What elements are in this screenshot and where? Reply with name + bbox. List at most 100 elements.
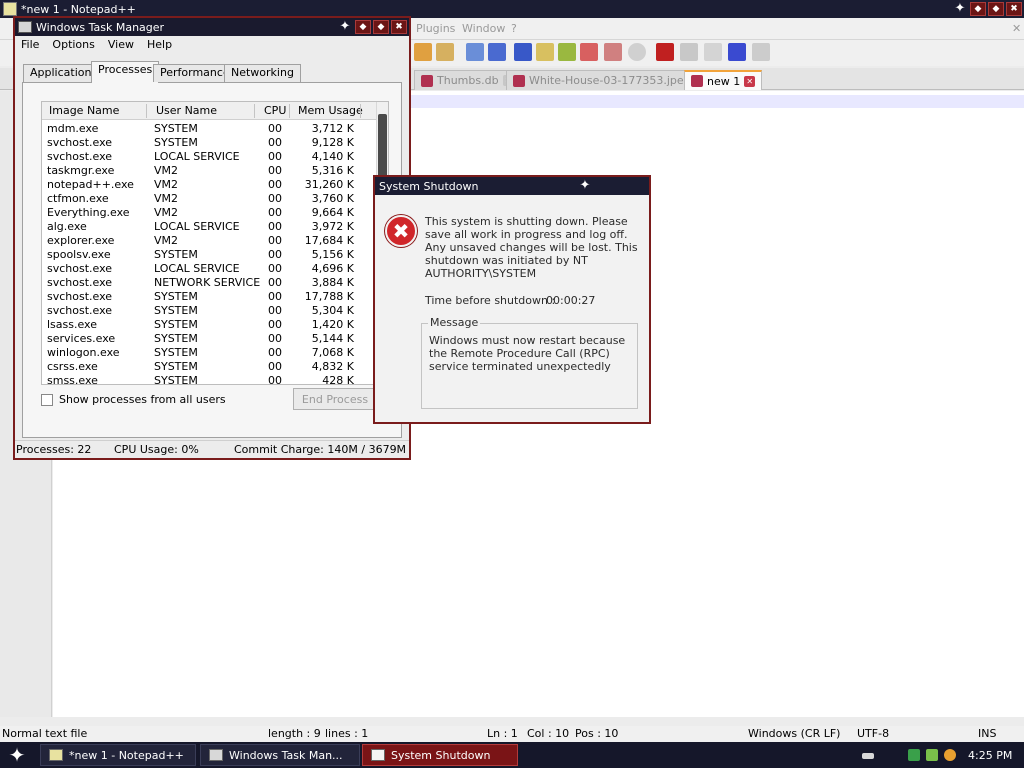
- process-cpu: 00: [268, 178, 282, 191]
- table-row[interactable]: svchost.exe SYSTEM 00 9,128 K: [42, 136, 378, 150]
- table-row[interactable]: notepad++.exe VM2 00 31,260 K: [42, 178, 378, 192]
- table-row[interactable]: explorer.exe VM2 00 17,684 K: [42, 234, 378, 248]
- process-mem: 3,884 K: [311, 276, 354, 289]
- table-row[interactable]: csrss.exe SYSTEM 00 4,832 K: [42, 360, 378, 374]
- task-manager-titlebar[interactable]: Windows Task Manager ✦ ◆ ◆ ✖: [15, 18, 409, 36]
- table-row[interactable]: taskmgr.exe VM2 00 5,316 K: [42, 164, 378, 178]
- column-user-name[interactable]: User Name: [156, 104, 217, 117]
- tab-thumbs-db[interactable]: Thumbs.db ✕: [414, 70, 521, 90]
- process-mem: 17,788 K: [304, 290, 354, 303]
- document-map-icon[interactable]: [558, 43, 576, 61]
- process-name: svchost.exe: [47, 262, 113, 275]
- cut-icon[interactable]: [414, 43, 432, 61]
- process-cpu: 00: [268, 220, 282, 233]
- indent-guide-icon[interactable]: [514, 43, 532, 61]
- refresh-icon[interactable]: [926, 749, 938, 761]
- table-row[interactable]: winlogon.exe SYSTEM 00 7,068 K: [42, 346, 378, 360]
- star-icon: ✦: [954, 1, 966, 16]
- monitor-icon[interactable]: [628, 43, 646, 61]
- menu-window[interactable]: Window: [462, 22, 505, 35]
- table-row[interactable]: smss.exe SYSTEM 00 428 K: [42, 374, 378, 385]
- table-row[interactable]: lsass.exe SYSTEM 00 1,420 K: [42, 318, 378, 332]
- shutdown-title: System Shutdown: [379, 179, 479, 193]
- process-user: SYSTEM: [154, 332, 198, 345]
- menu-view[interactable]: View: [108, 38, 134, 51]
- menu-help[interactable]: Help: [147, 38, 172, 51]
- table-row[interactable]: Everything.exe VM2 00 9,664 K: [42, 206, 378, 220]
- taskbar-clock[interactable]: 4:25 PM: [968, 749, 1012, 762]
- process-list-header: Image Name User Name CPU Mem Usage: [42, 102, 378, 120]
- keyboard-icon[interactable]: [862, 753, 874, 759]
- process-mem: 1,420 K: [311, 318, 354, 331]
- process-mem: 428 K: [322, 374, 354, 385]
- end-process-button[interactable]: End Process: [293, 388, 377, 410]
- minimize-button[interactable]: ◆: [355, 20, 371, 34]
- process-name: ctfmon.exe: [47, 192, 109, 205]
- play-macro-icon[interactable]: [704, 43, 722, 61]
- show-symbols-icon[interactable]: [488, 43, 506, 61]
- column-image-name[interactable]: Image Name: [49, 104, 119, 117]
- tab-networking[interactable]: Networking: [224, 64, 301, 82]
- taskbar-button-system-shutdown[interactable]: System Shutdown: [362, 744, 518, 766]
- show-all-users-checkbox[interactable]: [41, 394, 53, 406]
- shutdown-titlebar[interactable]: System Shutdown ✦: [375, 177, 649, 195]
- process-user: SYSTEM: [154, 304, 198, 317]
- tab-new-1[interactable]: new 1 ✕: [684, 70, 763, 90]
- process-name: svchost.exe: [47, 150, 113, 163]
- process-mem: 3,712 K: [311, 122, 354, 135]
- minimize-button[interactable]: ◆: [970, 2, 986, 16]
- menu-plugins[interactable]: Plugins: [416, 22, 455, 35]
- folder-workspace-icon[interactable]: [604, 43, 622, 61]
- wrap-icon[interactable]: [466, 43, 484, 61]
- table-row[interactable]: spoolsv.exe SYSTEM 00 5,156 K: [42, 248, 378, 262]
- table-row[interactable]: alg.exe LOCAL SERVICE 00 3,972 K: [42, 220, 378, 234]
- table-row[interactable]: svchost.exe SYSTEM 00 17,788 K: [42, 290, 378, 304]
- table-row[interactable]: svchost.exe LOCAL SERVICE 00 4,696 K: [42, 262, 378, 276]
- stop-macro-icon[interactable]: [680, 43, 698, 61]
- close-button[interactable]: ✖: [391, 20, 407, 34]
- run-macro-icon[interactable]: [728, 43, 746, 61]
- process-list[interactable]: Image Name User Name CPU Mem Usage mdm.e…: [41, 101, 389, 385]
- close-icon[interactable]: ✕: [744, 75, 756, 87]
- process-user: SYSTEM: [154, 248, 198, 261]
- tab-white-house-jpeg[interactable]: White-House-03-177353.jpeg ✕: [506, 70, 713, 90]
- copy-icon[interactable]: [436, 43, 454, 61]
- process-mem: 7,068 K: [311, 346, 354, 359]
- folder-icon[interactable]: [536, 43, 554, 61]
- status-encoding: UTF-8: [857, 727, 890, 740]
- close-doc-icon[interactable]: ✕: [1012, 22, 1021, 35]
- save-macro-icon[interactable]: [752, 43, 770, 61]
- menu-options[interactable]: Options: [52, 38, 94, 51]
- table-row[interactable]: svchost.exe NETWORK SERVICE 00 3,884 K: [42, 276, 378, 290]
- search-icon[interactable]: [944, 749, 956, 761]
- function-list-icon[interactable]: [580, 43, 598, 61]
- network-icon[interactable]: [908, 749, 920, 761]
- menu-help[interactable]: ?: [511, 22, 517, 35]
- menu-file[interactable]: File: [21, 38, 39, 51]
- message-groupbox-label: Message: [428, 316, 481, 329]
- process-user: VM2: [154, 192, 179, 205]
- column-mem-usage[interactable]: Mem Usage: [298, 104, 363, 117]
- process-user: SYSTEM: [154, 122, 198, 135]
- column-cpu[interactable]: CPU: [264, 104, 286, 117]
- process-cpu: 00: [268, 164, 282, 177]
- notepad-app-icon: [3, 2, 17, 16]
- start-button[interactable]: ✦: [2, 744, 32, 766]
- table-row[interactable]: services.exe SYSTEM 00 5,144 K: [42, 332, 378, 346]
- table-row[interactable]: mdm.exe SYSTEM 00 3,712 K: [42, 122, 378, 136]
- table-row[interactable]: svchost.exe SYSTEM 00 5,304 K: [42, 304, 378, 318]
- message-groupbox: Message Windows must now restart because…: [421, 316, 638, 409]
- taskbar-button-task-manager[interactable]: Windows Task Man...: [200, 744, 360, 766]
- tab-processes[interactable]: Processes: [91, 61, 160, 83]
- table-row[interactable]: svchost.exe LOCAL SERVICE 00 4,140 K: [42, 150, 378, 164]
- close-button[interactable]: ✖: [1006, 2, 1022, 16]
- task-manager-statusbar: Processes: 22 CPU Usage: 0% Commit Charg…: [15, 440, 409, 458]
- process-mem: 5,156 K: [311, 248, 354, 261]
- taskbar-button-notepad[interactable]: *new 1 - Notepad++: [40, 744, 196, 766]
- maximize-button[interactable]: ◆: [988, 2, 1004, 16]
- record-macro-icon[interactable]: [656, 43, 674, 61]
- process-user: LOCAL SERVICE: [154, 150, 240, 163]
- process-name: winlogon.exe: [47, 346, 120, 359]
- maximize-button[interactable]: ◆: [373, 20, 389, 34]
- table-row[interactable]: ctfmon.exe VM2 00 3,760 K: [42, 192, 378, 206]
